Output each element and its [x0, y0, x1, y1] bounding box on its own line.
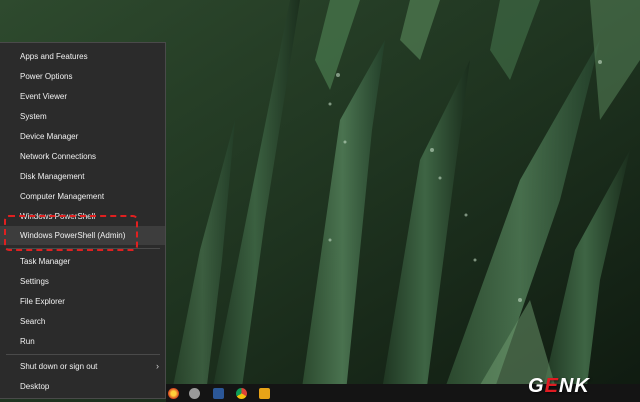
menu-separator — [6, 354, 160, 355]
menu-item-label: Windows PowerShell (Admin) — [20, 231, 126, 240]
menu-item-windows-powershell[interactable]: Windows PowerShell — [0, 207, 165, 226]
menu-item-label: Windows PowerShell — [20, 212, 96, 221]
menu-item-run[interactable]: Run — [0, 332, 165, 351]
menu-item-network-connections[interactable]: Network Connections — [0, 147, 165, 166]
menu-item-settings[interactable]: Settings — [0, 272, 165, 291]
menu-item-label: Shut down or sign out — [20, 362, 98, 371]
menu-item-label: Desktop — [20, 382, 50, 391]
winx-context-menu: Apps and Features Power Options Event Vi… — [0, 42, 166, 399]
chrome-icon[interactable] — [236, 388, 247, 399]
menu-item-search[interactable]: Search — [0, 312, 165, 331]
menu-item-event-viewer[interactable]: Event Viewer — [0, 87, 165, 106]
menu-item-power-options[interactable]: Power Options — [0, 67, 165, 86]
word-icon[interactable] — [213, 388, 224, 399]
menu-item-label: Power Options — [20, 72, 73, 81]
menu-item-label: Computer Management — [20, 192, 105, 201]
genk-logo: GENK — [528, 375, 590, 397]
menu-item-label: Settings — [20, 277, 49, 286]
menu-item-label: Task Manager — [20, 257, 71, 266]
menu-item-label: Device Manager — [20, 132, 79, 141]
menu-item-system[interactable]: System — [0, 107, 165, 126]
menu-item-computer-management[interactable]: Computer Management — [0, 187, 165, 206]
menu-item-shut-down-or-sign-out[interactable]: Shut down or sign out › — [0, 357, 165, 376]
menu-item-label: Network Connections — [20, 152, 97, 161]
menu-item-label: Search — [20, 317, 46, 326]
menu-item-device-manager[interactable]: Device Manager — [0, 127, 165, 146]
app-icon[interactable] — [189, 388, 200, 399]
menu-item-disk-management[interactable]: Disk Management — [0, 167, 165, 186]
menu-item-file-explorer[interactable]: File Explorer — [0, 292, 165, 311]
menu-item-label: File Explorer — [20, 297, 65, 306]
menu-item-label: Run — [20, 337, 35, 346]
menu-separator — [6, 248, 160, 249]
menu-item-apps-and-features[interactable]: Apps and Features — [0, 47, 165, 66]
menu-item-label: Disk Management — [20, 172, 85, 181]
chevron-right-icon: › — [156, 361, 159, 371]
app-icon[interactable] — [168, 388, 179, 399]
menu-item-label: System — [20, 112, 47, 121]
menu-item-windows-powershell-admin[interactable]: Windows PowerShell (Admin) — [0, 226, 165, 245]
menu-item-label: Event Viewer — [20, 92, 67, 101]
app-icon[interactable] — [259, 388, 270, 399]
menu-item-task-manager[interactable]: Task Manager — [0, 252, 165, 271]
menu-item-label: Apps and Features — [20, 52, 88, 61]
menu-item-desktop[interactable]: Desktop — [0, 377, 165, 396]
